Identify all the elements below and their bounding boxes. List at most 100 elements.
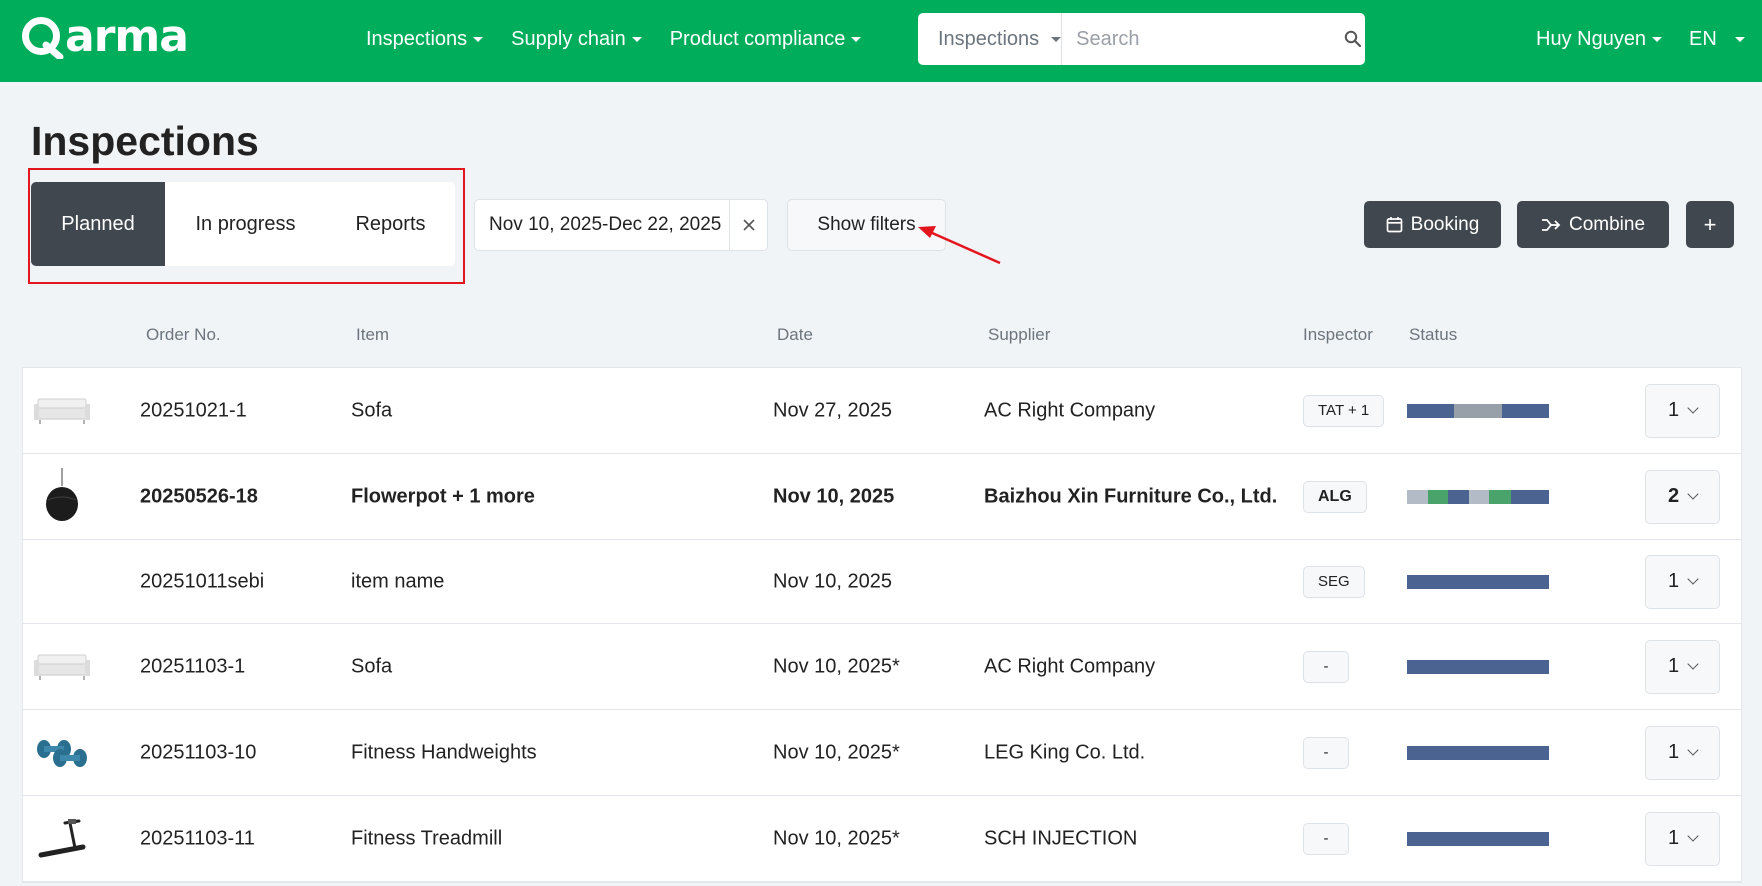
inspection-date: Nov 10, 2025 [773,485,895,507]
quantity-count: 1 [1667,399,1680,421]
quantity-count: 1 [1667,655,1680,677]
logo-text: arma [65,11,189,62]
status-bar [1407,745,1549,760]
item-name: Fitness Treadmill [351,827,503,849]
status-segment [1428,489,1449,504]
quantity-count: 1 [1667,827,1680,849]
table-row[interactable]: 20251011sebi item name Nov 10, 2025 SEG … [23,540,1741,624]
chevron-down-icon [1687,402,1699,414]
combine-label: Combine [1568,213,1646,235]
table-row[interactable]: 20251103-1 Sofa Nov 10, 2025* AC Right C… [23,624,1741,710]
status-segment [1407,831,1549,846]
chevron-down-icon [1687,744,1699,756]
date-range-value: Nov 10, 2025-Dec 22, 2025 [489,214,722,235]
inspector-badge: - [1303,650,1349,683]
menu-product-compliance-label: Product compliance [669,27,846,50]
logo-q-icon [22,17,64,59]
expand-row-button[interactable]: 1 [1645,811,1720,866]
supplier-name: AC Right Company [984,655,1156,677]
caret-down-icon [851,36,862,42]
column-header-supplier[interactable]: Supplier [988,325,1050,345]
inspection-date: Nov 10, 2025* [773,827,900,849]
user-name: Huy Nguyen [1536,27,1647,50]
order-number[interactable]: 20251103-11 [140,827,255,850]
clear-date-button[interactable] [729,199,767,251]
table-row[interactable]: 20251103-10 Fitness Handweights Nov 10, … [23,710,1741,796]
close-icon [743,219,755,231]
inspector-badge: TAT + 1 [1303,394,1385,427]
supplier-name: LEG King Co. Ltd. [984,741,1146,763]
item-name: Sofa [351,399,393,421]
inspection-tabs: Planned In progress Reports [31,182,455,266]
show-filters-button[interactable]: Show filters [787,199,946,251]
order-number[interactable]: 20250526-18 [140,485,258,508]
expand-row-button[interactable]: 2 [1645,469,1720,524]
expand-row-button[interactable]: 1 [1645,725,1720,780]
table-row[interactable]: 20251021-1 Sofa Nov 27, 2025 AC Right Co… [23,368,1741,454]
search-button[interactable] [1341,13,1365,65]
column-header-status[interactable]: Status [1409,325,1457,345]
menu-supply-chain[interactable]: Supply chain [511,24,642,54]
menu-product-compliance[interactable]: Product compliance [670,24,862,54]
sofa-thumbnail [33,382,91,440]
status-segment [1469,489,1490,504]
tab-planned[interactable]: Planned [31,182,165,266]
expand-row-button[interactable]: 1 [1645,554,1720,609]
tab-in-progress[interactable]: In progress [165,182,326,266]
inspector-badge: ALG [1303,480,1367,513]
main-menu: Inspections Supply chain Product complia… [366,24,862,54]
status-segment [1407,403,1454,418]
menu-supply-chain-label: Supply chain [511,27,626,50]
menu-inspections-label: Inspections [366,27,468,50]
supplier-name: Baizhou Xin Furniture Co., Ltd. [984,485,1278,507]
search-scope-select[interactable]: Inspections [918,13,1063,65]
global-search: Inspections [918,13,1365,65]
inspections-table: 20251021-1 Sofa Nov 27, 2025 AC Right Co… [22,367,1742,883]
inspector-badge: - [1303,736,1349,769]
column-header-date[interactable]: Date [777,325,813,345]
table-row[interactable]: 20251103-11 Fitness Treadmill Nov 10, 20… [23,796,1741,882]
booking-button[interactable]: Booking [1364,201,1501,248]
status-bar [1407,489,1549,504]
merge-icon [1541,218,1561,231]
combine-button[interactable]: Combine [1517,201,1669,248]
column-header-item[interactable]: Item [356,325,389,345]
caret-down-icon [631,36,642,42]
status-bar [1407,574,1549,589]
status-segment [1510,489,1549,504]
date-range-picker[interactable]: Nov 10, 2025-Dec 22, 2025 [474,199,768,251]
inspection-date: Nov 10, 2025* [773,655,900,677]
search-input[interactable] [1062,13,1342,65]
inspector-badge: - [1303,822,1349,855]
add-inspection-button[interactable]: + [1686,201,1734,248]
item-name: Fitness Handweights [351,741,537,763]
quantity-count: 2 [1667,485,1680,507]
column-header-order-no[interactable]: Order No. [146,325,221,345]
column-header-inspector[interactable]: Inspector [1303,325,1373,345]
order-number[interactable]: 20251011sebi [140,570,264,593]
tab-reports[interactable]: Reports [326,182,455,266]
table-row[interactable]: 20250526-18 Flowerpot + 1 more Nov 10, 2… [23,454,1741,540]
inspection-date: Nov 27, 2025 [773,399,892,421]
chevron-down-icon [1687,658,1699,670]
qarma-logo[interactable]: arma [20,11,189,62]
sofa-thumbnail [33,638,91,696]
order-number[interactable]: 20251021-1 [140,399,247,422]
language-menu[interactable]: EN [1689,24,1745,54]
top-navbar: arma Inspections Supply chain Product co… [0,0,1762,82]
inspection-date: Nov 10, 2025 [773,570,892,592]
order-number[interactable]: 20251103-1 [140,655,245,678]
status-bar [1407,659,1549,674]
expand-row-button[interactable]: 1 [1645,639,1720,694]
status-segment [1489,489,1511,504]
user-menu[interactable]: Huy Nguyen [1536,24,1663,54]
chevron-down-icon [1687,830,1699,842]
language-label: EN [1689,27,1717,50]
status-segment [1407,574,1549,589]
tab-planned-label: Planned [61,212,135,235]
order-number[interactable]: 20251103-10 [140,741,256,764]
menu-inspections[interactable]: Inspections [366,24,484,54]
inspector-badge: SEG [1303,565,1365,598]
expand-row-button[interactable]: 1 [1645,383,1720,438]
caret-down-icon [1734,36,1745,42]
